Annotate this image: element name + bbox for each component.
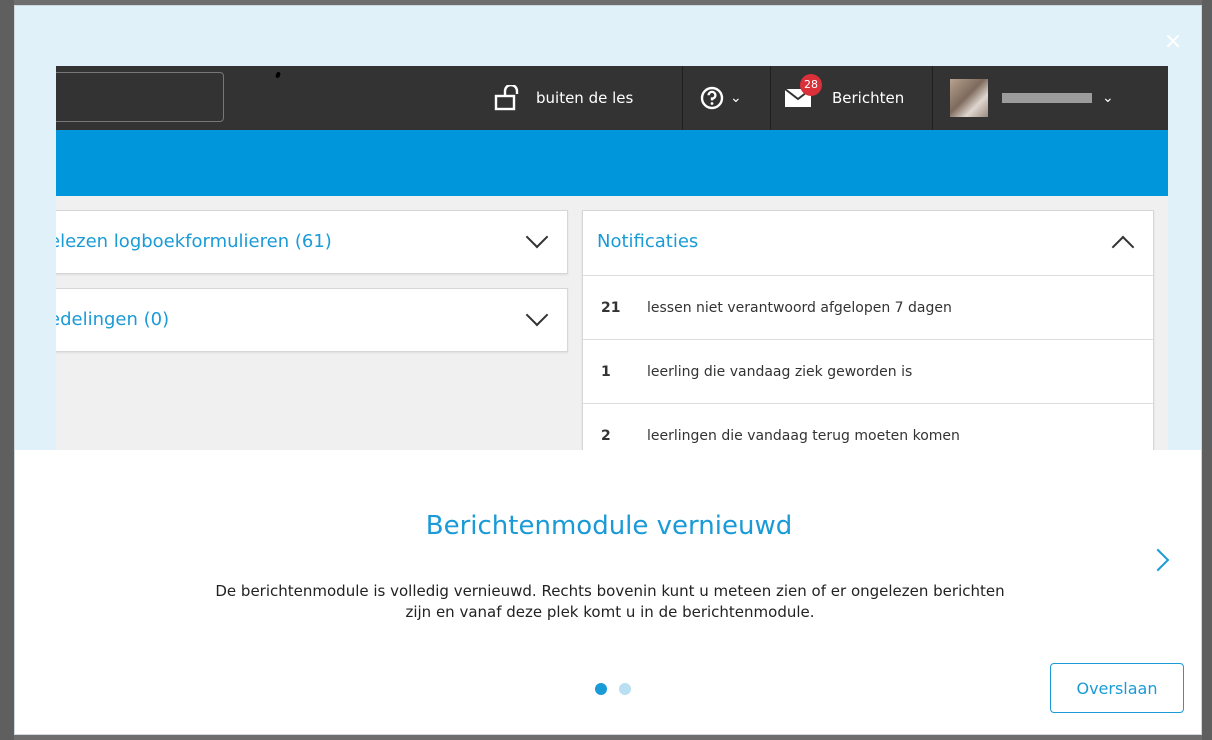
preview-panel-logbook: elezen logboekformulieren (61): [56, 210, 568, 274]
slide-title: Berichtenmodule vernieuwd: [425, 511, 793, 541]
backdrop-left: [0, 0, 14, 740]
lock-status-label: buiten de les: [536, 89, 634, 107]
preview-user-item: ⌄: [950, 66, 1114, 130]
preview-screenshot: buiten de les ⌄ Berichten 28 ⌄ elezen lo…: [56, 66, 1168, 450]
chevron-down-icon: [525, 303, 549, 327]
chevron-down-icon: ⌄: [1102, 90, 1114, 106]
notification-count: 1: [601, 364, 611, 380]
notification-text: lessen niet verantwoord afgelopen 7 dage…: [647, 300, 952, 316]
topbar-divider: [770, 66, 771, 130]
pagination-dot-active[interactable]: [595, 683, 607, 695]
pagination-dot[interactable]: [619, 683, 631, 695]
close-icon[interactable]: ×: [1161, 30, 1185, 54]
notification-text: leerling die vandaag ziek geworden is: [647, 364, 913, 380]
panel-title: elezen logboekformulieren (61): [56, 231, 332, 252]
chevron-down-icon: [525, 225, 549, 249]
preview-search-box: [56, 72, 224, 122]
notification-count: 2: [601, 428, 611, 444]
chevron-up-icon: [1111, 235, 1135, 259]
user-name-blurred: [1002, 93, 1092, 103]
preview-blue-bar: [56, 130, 1168, 196]
lock-open-icon: [494, 85, 519, 111]
messages-label: Berichten: [832, 89, 905, 107]
preview-messages-item: Berichten: [784, 66, 904, 130]
notification-row: 2 leerlingen die vandaag terug moeten ko…: [583, 403, 1153, 450]
preview-help-item: ⌄: [700, 66, 742, 130]
notification-text: leerlingen die vandaag terug moeten kome…: [647, 428, 960, 444]
preview-topbar: buiten de les ⌄ Berichten 28 ⌄: [56, 66, 1168, 130]
preview-lock-item: buiten de les: [494, 66, 633, 130]
help-icon: [700, 86, 724, 110]
chevron-down-icon: ⌄: [730, 90, 742, 106]
notification-row: 1 leerling die vandaag ziek geworden is: [583, 339, 1153, 404]
preview-panel-notifications: Notificaties 21 lessen niet verantwoord …: [582, 210, 1154, 450]
avatar: [950, 79, 988, 117]
backdrop-right: [1202, 0, 1212, 740]
panel-title: edelingen (0): [56, 309, 170, 330]
skip-button[interactable]: Overslaan: [1050, 663, 1184, 713]
ink-mark: [275, 71, 281, 79]
messages-count-badge: 28: [800, 74, 822, 96]
slide-preview-area: × buiten de les ⌄ Berichten 28 ⌄ elezen …: [15, 6, 1201, 450]
intro-modal: × buiten de les ⌄ Berichten 28 ⌄ elezen …: [14, 5, 1202, 735]
chevron-right-icon[interactable]: [1146, 548, 1170, 572]
panel-title: Notificaties: [597, 231, 699, 252]
topbar-divider: [682, 66, 683, 130]
notification-row: 21 lessen niet verantwoord afgelopen 7 d…: [583, 275, 1153, 340]
preview-panel-announcements: edelingen (0): [56, 288, 568, 352]
notification-count: 21: [601, 300, 621, 316]
slide-description: De berichtenmodule is volledig vernieuwd…: [215, 582, 1005, 621]
topbar-divider: [932, 66, 933, 130]
